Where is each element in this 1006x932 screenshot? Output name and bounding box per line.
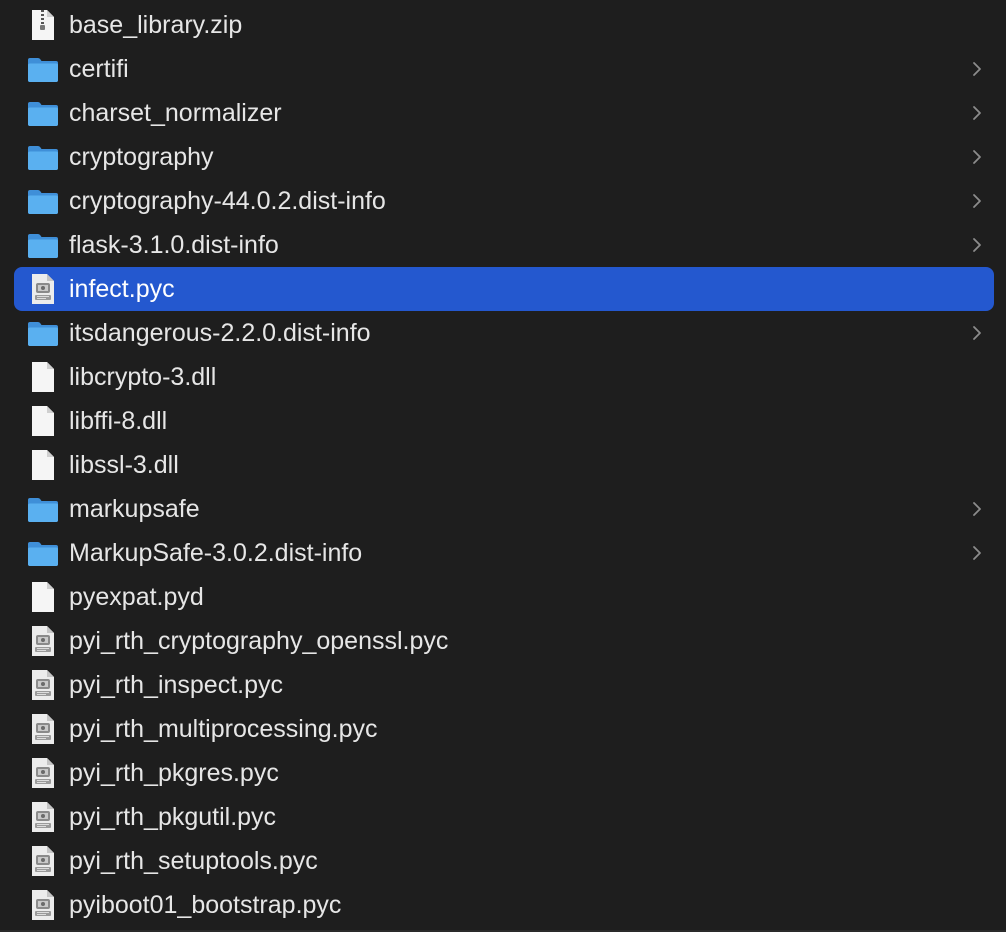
file-name-label: cryptography-44.0.2.dist-info [69,187,386,215]
chevron-right-icon[interactable] [970,325,984,341]
file-name-label: pyi_rth_pkgutil.pyc [69,803,277,831]
python-file-icon [26,668,60,702]
python-file-icon [26,756,60,790]
python-file-icon [26,624,60,658]
document-icon [26,580,60,614]
list-item[interactable]: libssl-3.dll [14,443,994,487]
list-item[interactable]: libffi-8.dll [14,399,994,443]
chevron-right-icon[interactable] [970,193,984,209]
folder-icon [26,536,60,570]
file-name-label: charset_normalizer [69,99,282,127]
python-file-icon [26,800,60,834]
list-item[interactable]: charset_normalizer [14,91,994,135]
python-file-icon [26,844,60,878]
folder-icon [26,228,60,262]
file-name-label: pyi_rth_cryptography_openssl.pyc [69,627,449,655]
document-icon [26,448,60,482]
file-name-label: certifi [69,55,129,83]
file-name-label: pyi_rth_inspect.pyc [69,671,284,699]
list-item[interactable]: markupsafe [14,487,994,531]
folder-icon [26,140,60,174]
chevron-right-icon[interactable] [970,61,984,77]
list-item[interactable]: pyi_rth_setuptools.pyc [14,839,994,883]
file-name-label: libffi-8.dll [69,407,168,435]
chevron-right-icon[interactable] [970,237,984,253]
file-name-label: pyi_rth_multiprocessing.pyc [69,715,378,743]
folder-icon [26,96,60,130]
chevron-right-icon[interactable] [970,501,984,517]
file-name-label: pyi_rth_setuptools.pyc [69,847,318,875]
zip-archive-icon [26,8,60,42]
list-item[interactable]: libcrypto-3.dll [14,355,994,399]
chevron-right-icon[interactable] [970,149,984,165]
list-item[interactable]: base_library.zip [14,3,994,47]
file-name-label: itsdangerous-2.2.0.dist-info [69,319,371,347]
document-icon [26,404,60,438]
folder-icon [26,492,60,526]
document-icon [26,360,60,394]
python-file-icon [26,712,60,746]
list-item[interactable]: pyiboot01_bootstrap.pyc [14,883,994,927]
list-item[interactable]: pyi_rth_multiprocessing.pyc [14,707,994,751]
file-name-label: MarkupSafe-3.0.2.dist-info [69,539,363,567]
file-name-label: markupsafe [69,495,200,523]
list-item[interactable]: pyi_rth_pkgres.pyc [14,751,994,795]
file-name-label: libcrypto-3.dll [69,363,217,391]
chevron-right-icon[interactable] [970,105,984,121]
folder-icon [26,184,60,218]
list-item[interactable]: pyi_rth_inspect.pyc [14,663,994,707]
folder-icon [26,52,60,86]
list-item[interactable]: pyexpat.pyd [14,575,994,619]
file-name-label: infect.pyc [69,275,175,303]
file-name-label: cryptography [69,143,214,171]
file-name-label: libssl-3.dll [69,451,179,479]
folder-icon [26,316,60,350]
list-item[interactable]: pyi_rth_cryptography_openssl.pyc [14,619,994,663]
file-name-label: flask-3.1.0.dist-info [69,231,279,259]
file-name-label: base_library.zip [69,11,243,39]
list-item[interactable]: itsdangerous-2.2.0.dist-info [14,311,994,355]
file-name-label: pyi_rth_pkgres.pyc [69,759,279,787]
list-item-selected[interactable]: infect.pyc [14,267,994,311]
list-item[interactable]: MarkupSafe-3.0.2.dist-info [14,531,994,575]
python-file-icon [26,888,60,922]
chevron-right-icon[interactable] [970,545,984,561]
list-item[interactable]: certifi [14,47,994,91]
file-list: base_library.zipcertifi charset_normalize… [0,0,1006,932]
list-item[interactable]: cryptography-44.0.2.dist-info [14,179,994,223]
file-name-label: pyiboot01_bootstrap.pyc [69,891,342,919]
list-item[interactable]: flask-3.1.0.dist-info [14,223,994,267]
list-item[interactable]: cryptography [14,135,994,179]
python-file-icon [26,272,60,306]
file-name-label: pyexpat.pyd [69,583,204,611]
list-item[interactable]: pyi_rth_pkgutil.pyc [14,795,994,839]
